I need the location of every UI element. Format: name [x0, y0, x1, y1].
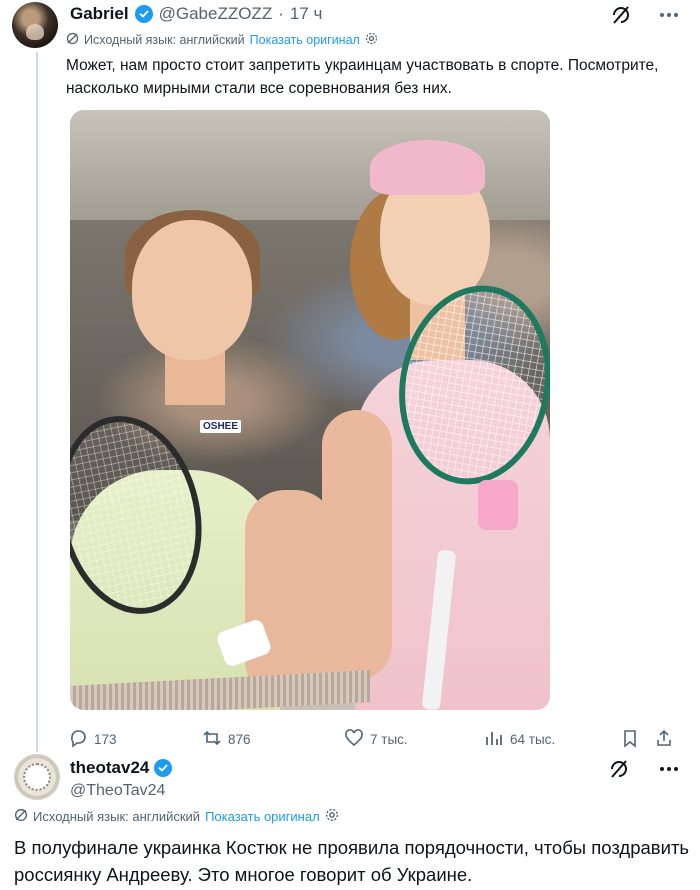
- tweet-photo[interactable]: OSHEE: [70, 110, 550, 710]
- author-handle[interactable]: @TheoTav24: [70, 782, 165, 800]
- more-dots-icon[interactable]: [656, 756, 682, 782]
- translation-source-label: Исходный язык: английский: [84, 33, 245, 47]
- like-button[interactable]: 7 тыс.: [344, 728, 408, 751]
- tweet-text: Может, нам просто стоит запретить украин…: [66, 57, 659, 97]
- gear-icon[interactable]: [325, 808, 339, 825]
- translation-notice: Исходный язык: английский Показать ориги…: [66, 32, 378, 48]
- views-button[interactable]: 64 тыс.: [484, 728, 555, 751]
- tweet-header: Gabriel @GabeZZOZZ · 17 ч: [70, 4, 322, 24]
- player-2-visor: [370, 140, 485, 195]
- views-count: 64 тыс.: [510, 732, 556, 747]
- sponsor-badge: OSHEE: [200, 420, 242, 433]
- grok-icon[interactable]: [606, 756, 632, 782]
- tweet-top-actions: [606, 756, 682, 782]
- reply-icon: [68, 728, 88, 751]
- thread-connector-line: [36, 52, 38, 752]
- bookmark-icon: [620, 728, 640, 751]
- show-original-link[interactable]: Показать оригинал: [205, 809, 320, 824]
- verified-badge-icon: [134, 5, 153, 23]
- avatar[interactable]: [12, 2, 58, 48]
- avatar[interactable]: [14, 754, 60, 800]
- reply-count: 173: [94, 732, 117, 747]
- like-count: 7 тыс.: [370, 732, 408, 747]
- gear-icon[interactable]: [365, 32, 378, 48]
- repost-count: 876: [228, 732, 251, 747]
- author-handle[interactable]: @GabeZZOZZ: [159, 4, 273, 24]
- heart-icon: [344, 728, 364, 751]
- more-dots-icon[interactable]: [656, 2, 682, 28]
- tweet-text: В полуфинале украинка Костюк не проявила…: [14, 837, 690, 885]
- verified-badge-icon: [154, 759, 173, 777]
- translation-notice: Исходный язык: английский Показать ориги…: [14, 808, 339, 825]
- player-1-face: [132, 220, 252, 360]
- tweet-header: theotav24: [70, 758, 173, 778]
- share-icon: [654, 728, 674, 751]
- player-1-arm: [245, 490, 335, 700]
- translate-icon: [66, 32, 79, 48]
- views-icon: [484, 728, 504, 751]
- tweet-top-actions: [608, 2, 682, 28]
- tweet-action-bar: 173 876 7 тыс. 64 тыс.: [66, 726, 686, 752]
- player-2-wristband: [478, 480, 518, 530]
- translate-icon: [14, 808, 28, 825]
- author-name[interactable]: Gabriel: [70, 4, 129, 24]
- separator-dot: ·: [278, 4, 284, 23]
- reply-button[interactable]: 173: [68, 728, 117, 751]
- translation-source-label: Исходный язык: английский: [33, 809, 201, 824]
- repost-button[interactable]: 876: [202, 728, 251, 751]
- grok-icon[interactable]: [608, 2, 634, 28]
- timestamp[interactable]: 17 ч: [290, 4, 323, 24]
- share-button[interactable]: [654, 728, 674, 751]
- bookmark-button[interactable]: [620, 728, 640, 751]
- show-original-link[interactable]: Показать оригинал: [250, 33, 360, 47]
- repost-icon: [202, 728, 222, 751]
- author-name[interactable]: theotav24: [70, 758, 149, 778]
